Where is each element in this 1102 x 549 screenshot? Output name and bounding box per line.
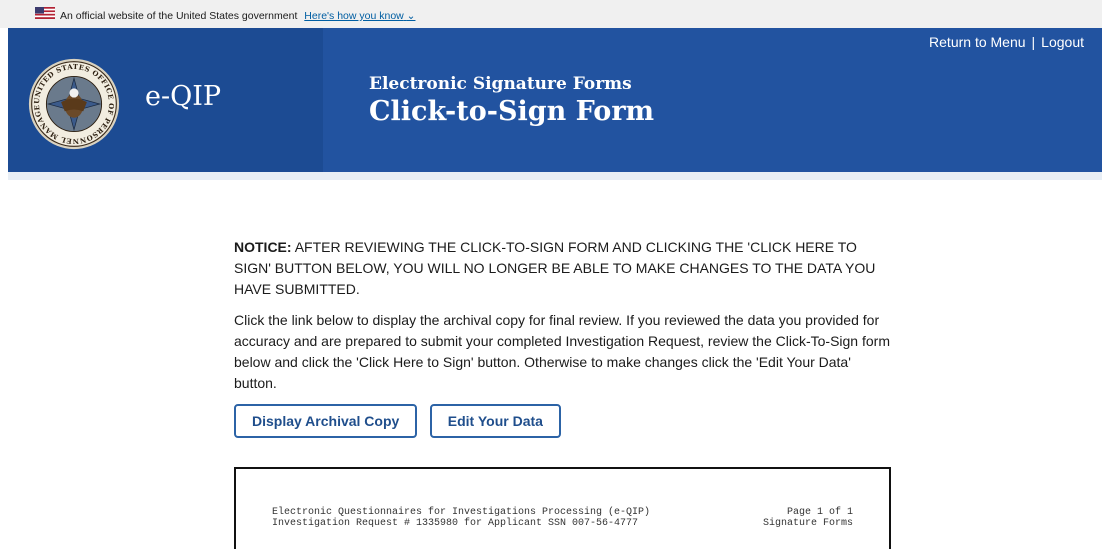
- logout-link[interactable]: Logout: [1041, 34, 1084, 50]
- how-you-know-link[interactable]: Here's how you know ⌄: [304, 10, 415, 22]
- brand-panel: UNITED STATES OFFICE OF PERSONNEL MANAGE…: [8, 28, 323, 172]
- how-you-know-label: Here's how you know: [304, 10, 404, 22]
- doc-header-left-1: Electronic Questionnaires for Investigat…: [272, 507, 651, 518]
- chevron-down-icon: ⌄: [406, 10, 416, 22]
- top-links: Return to Menu | Logout: [929, 34, 1084, 50]
- doc-page-number: Page 1 of 1: [786, 507, 853, 518]
- opm-seal-icon: UNITED STATES OFFICE OF PERSONNEL MANAGE…: [28, 58, 120, 150]
- action-buttons: Display Archival Copy Edit Your Data: [234, 404, 569, 438]
- form-type-heading: Electronic Signature Forms: [369, 74, 632, 94]
- doc-header-left-2: Investigation Request # 1335980 for Appl…: [272, 518, 639, 529]
- gov-banner-text: An official website of the United States…: [60, 10, 415, 22]
- display-archival-copy-button[interactable]: Display Archival Copy: [234, 404, 418, 438]
- notice-paragraph: NOTICE: AFTER REVIEWING THE CLICK-TO-SIG…: [234, 237, 894, 300]
- page-title: Click-to-Sign Form: [369, 96, 655, 127]
- return-to-menu-link[interactable]: Return to Menu: [929, 34, 1026, 50]
- click-to-sign-document: Electronic Questionnaires for Investigat…: [234, 467, 891, 549]
- site-header: UNITED STATES OFFICE OF PERSONNEL MANAGE…: [8, 28, 1102, 172]
- link-separator: |: [1031, 34, 1036, 50]
- gov-banner: An official website of the United States…: [0, 0, 1102, 28]
- us-flag-icon: [35, 7, 55, 19]
- notice-text: AFTER REVIEWING THE CLICK-TO-SIGN FORM A…: [234, 239, 876, 297]
- header-subbar: [8, 172, 1102, 180]
- doc-form-type: Signature Forms: [762, 518, 853, 529]
- app-name: e-QIP: [145, 81, 222, 112]
- notice-label: NOTICE:: [234, 239, 292, 255]
- main-content: NOTICE: AFTER REVIEWING THE CLICK-TO-SIG…: [234, 237, 894, 394]
- edit-your-data-button[interactable]: Edit Your Data: [429, 404, 561, 438]
- instructions-paragraph: Click the link below to display the arch…: [234, 312, 890, 391]
- official-site-text: An official website of the United States…: [60, 10, 298, 22]
